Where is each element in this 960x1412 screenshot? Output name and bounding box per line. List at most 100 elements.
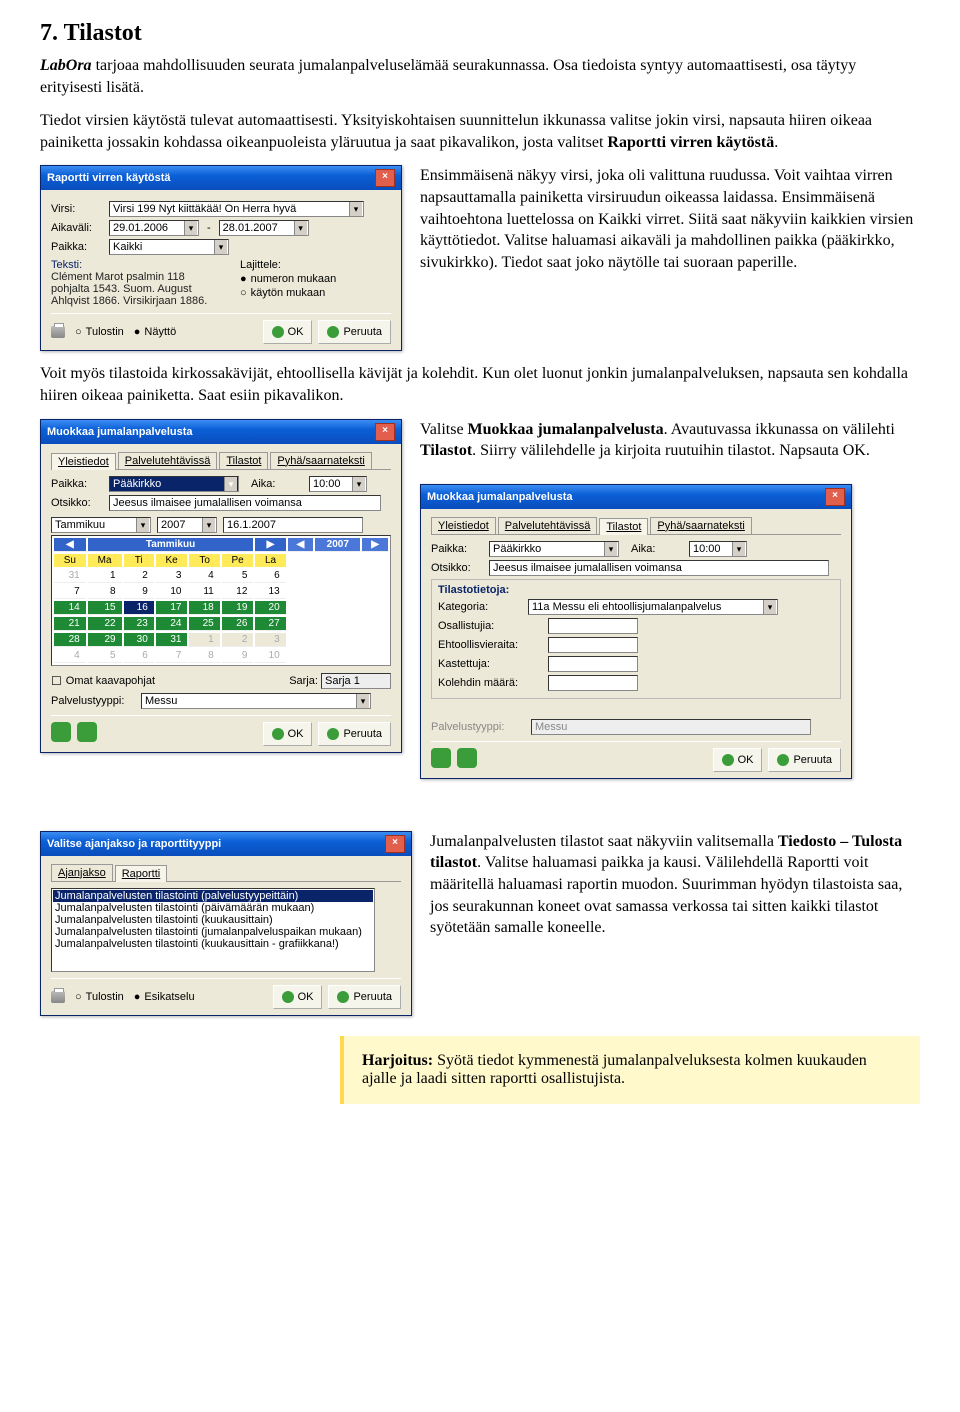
dlg2-paikka-label: Paikka: — [51, 478, 109, 490]
ok-button[interactable]: OK — [273, 985, 323, 1009]
dlg3-aika-combo[interactable]: 10:00 — [689, 541, 747, 557]
tab-yleistiedot[interactable]: Yleistiedot — [51, 453, 116, 470]
kategoria-label: Kategoria: — [438, 601, 528, 613]
radio-kayton-mukaan[interactable]: käytön mukaan — [240, 287, 391, 299]
radio-tulostin[interactable]: Tulostin — [75, 991, 124, 1003]
kategoria-combo[interactable]: 11a Messu eli ehtoollisjumalanpalvelus — [528, 599, 778, 615]
checkbox-omat-kaavapohjat[interactable]: Omat kaavapohjat — [51, 674, 155, 688]
aikavali-label: Aikaväli: — [51, 222, 109, 234]
kolehdin-maara-input[interactable] — [548, 675, 638, 691]
exercise-box: Harjoitus: Syötä tiedot kymmenestä jumal… — [340, 1036, 920, 1104]
sarja-label: Sarja: — [289, 675, 318, 687]
kastettuja-label: Kastettuja: — [438, 658, 548, 670]
close-icon[interactable]: × — [375, 423, 395, 441]
ok-button[interactable]: OK — [263, 320, 313, 344]
dlg3-otsikko-label: Otsikko: — [431, 562, 489, 574]
dialog4-title: Valitse ajanjakso ja raporttityyppi — [47, 838, 221, 850]
sarja-input: Sarja 1 — [321, 673, 391, 689]
dlg3-palvelustyyppi-label: Palvelustyyppi: — [431, 721, 531, 733]
cancel-button[interactable]: Peruuta — [318, 320, 391, 344]
list-item[interactable]: Jumalanpalvelusten tilastointi (päivämää… — [53, 902, 373, 914]
tab-palvelutehtavissa[interactable]: Palvelutehtävissä — [498, 517, 598, 534]
dlg2-palvelustyyppi-label: Palvelustyyppi: — [51, 695, 141, 707]
cancel-icon — [327, 326, 339, 338]
tab-tilastot[interactable]: Tilastot — [219, 452, 268, 469]
ehtoollisvieraita-input[interactable] — [548, 637, 638, 653]
paragraph-4: Jumalanpalvelusten tilastot saat näkyvii… — [430, 831, 920, 939]
printer-icon — [51, 991, 65, 1003]
list-item[interactable]: Jumalanpalvelusten tilastointi (palvelus… — [53, 890, 373, 902]
calendar[interactable]: ◀Tammikuu▶◀2007▶ SuMaTiKeToPeLa 31123456… — [51, 535, 391, 666]
tab-tilastot[interactable]: Tilastot — [599, 518, 648, 535]
date-to-combo[interactable]: 28.01.2007 — [219, 220, 309, 236]
ok-button[interactable]: OK — [713, 748, 763, 772]
ok-icon — [272, 326, 284, 338]
date-caption-input[interactable]: 16.1.2007 — [223, 517, 363, 533]
ok-icon — [282, 991, 294, 1003]
tab-palvelutehtavissa[interactable]: Palvelutehtävissä — [118, 452, 218, 469]
report-type-list[interactable]: Jumalanpalvelusten tilastointi (palvelus… — [51, 888, 375, 972]
dlg2-paikka-combo[interactable]: Pääkirkko — [109, 476, 239, 492]
dlg2-otsikko-input[interactable]: Jeesus ilmaisee jumalallisen voimansa — [109, 495, 381, 511]
virsi-combo[interactable]: Virsi 199 Nyt kiittäkää! On Herra hyvä — [109, 201, 364, 217]
labora-brand: LabOra — [40, 57, 92, 74]
month-combo[interactable]: Tammikuu — [51, 517, 151, 533]
page-title: 7. Tilastot — [40, 20, 920, 47]
tilastotietoja-caption: Tilastotietoja: — [438, 584, 834, 596]
dialog-valitse-ajanjakso: Valitse ajanjakso ja raporttityyppi × Aj… — [40, 831, 412, 1016]
dlg3-aika-label: Aika: — [631, 543, 689, 555]
cancel-button[interactable]: Peruuta — [318, 722, 391, 746]
printer-icon — [51, 326, 65, 338]
dlg2-palvelustyyppi-combo[interactable]: Messu — [141, 693, 371, 709]
radio-numeron-mukaan[interactable]: numeron mukaan — [240, 273, 391, 285]
kolehdin-maara-label: Kolehdin määrä: — [438, 677, 548, 689]
radio-tulostin[interactable]: Tulostin — [75, 326, 124, 338]
virsi-label: Virsi: — [51, 203, 109, 215]
dlg3-palvelustyyppi-combo: Messu — [531, 719, 811, 735]
paikka-combo[interactable]: Kaikki — [109, 239, 229, 255]
tab-pyha[interactable]: Pyhä/saarnateksti — [270, 452, 371, 469]
year-combo[interactable]: 2007 — [157, 517, 217, 533]
plus-icon[interactable] — [457, 748, 477, 768]
cancel-icon — [337, 991, 349, 1003]
dlg3-paikka-combo[interactable]: Pääkirkko — [489, 541, 619, 557]
tab-raportti[interactable]: Raportti — [115, 865, 168, 882]
dialog3-title: Muokkaa jumalanpalvelusta — [427, 491, 573, 503]
plus-icon[interactable] — [431, 748, 451, 768]
dialog1-title: Raportti virren käytöstä — [47, 172, 170, 184]
plus-icon[interactable] — [77, 722, 97, 742]
dialog-raportti-virren: Raportti virren käytöstä × Virsi: Virsi … — [40, 165, 402, 351]
osallistujia-label: Osallistujia: — [438, 620, 548, 632]
cancel-button[interactable]: Peruuta — [328, 985, 401, 1009]
ok-button[interactable]: OK — [263, 722, 313, 746]
cancel-icon — [777, 754, 789, 766]
list-item[interactable]: Jumalanpalvelusten tilastointi (kuukausi… — [53, 914, 373, 926]
list-item[interactable]: Jumalanpalvelusten tilastointi (kuukausi… — [53, 938, 373, 950]
list-item[interactable]: Jumalanpalvelusten tilastointi (jumalanp… — [53, 926, 373, 938]
osallistujia-input[interactable] — [548, 618, 638, 634]
close-icon[interactable]: × — [825, 488, 845, 506]
ok-icon — [722, 754, 734, 766]
kastettuja-input[interactable] — [548, 656, 638, 672]
ehtoollisvieraita-label: Ehtoollisvieraita: — [438, 639, 548, 651]
cancel-button[interactable]: Peruuta — [768, 748, 841, 772]
teksti-body: Clément Marot psalmin 118 pohjalta 1543.… — [51, 271, 226, 307]
intro-paragraph: LabOra tarjoaa mahdollisuuden seurata ju… — [40, 55, 920, 98]
radio-esikatselu[interactable]: Esikatselu — [134, 991, 195, 1003]
aside-paragraph-1: Ensimmäisenä näkyy virsi, joka oli valit… — [420, 165, 920, 273]
dlg3-otsikko-input[interactable]: Jeesus ilmaisee jumalallisen voimansa — [489, 560, 829, 576]
date-from-combo[interactable]: 29.01.2006 — [109, 220, 199, 236]
close-icon[interactable]: × — [375, 169, 395, 187]
paragraph-3: Voit myös tilastoida kirkossakävijät, eh… — [40, 363, 920, 406]
dlg2-aika-combo[interactable]: 10:00 — [309, 476, 367, 492]
lajittele-label: Lajittele: — [240, 259, 391, 271]
tab-ajanjakso[interactable]: Ajanjakso — [51, 864, 113, 881]
close-icon[interactable]: × — [385, 835, 405, 853]
dialog-muokkaa-tilastot: Muokkaa jumalanpalvelusta × Yleistiedot … — [420, 484, 852, 779]
tab-yleistiedot[interactable]: Yleistiedot — [431, 517, 496, 534]
dlg2-aika-label: Aika: — [251, 478, 309, 490]
radio-naytto[interactable]: Näyttö — [134, 326, 176, 338]
plus-icon[interactable] — [51, 722, 71, 742]
tab-pyha[interactable]: Pyhä/saarnateksti — [650, 517, 751, 534]
ok-icon — [272, 728, 284, 740]
